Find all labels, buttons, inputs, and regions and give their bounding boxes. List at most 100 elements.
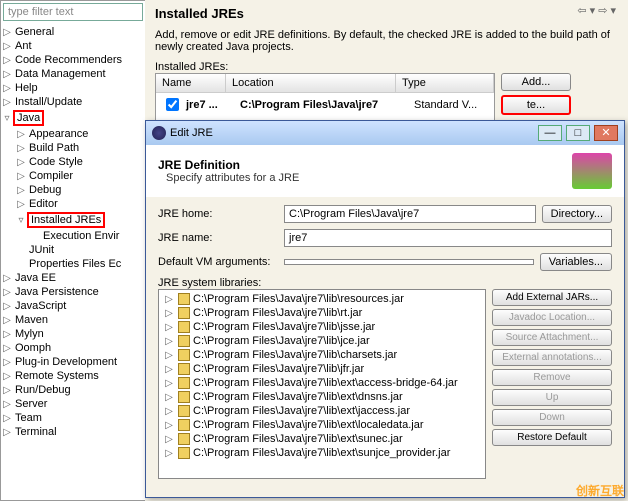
list-item[interactable]: ▷C:\Program Files\Java\jre7\lib\rt.jar	[161, 306, 483, 320]
tree-item[interactable]: ▷Server	[1, 397, 145, 411]
list-item[interactable]: ▷C:\Program Files\Java\jre7\lib\jfr.jar	[161, 362, 483, 376]
close-button[interactable]: ✕	[594, 125, 618, 141]
filter-input[interactable]: type filter text	[3, 3, 143, 21]
tree-item[interactable]: ▷Build Path	[1, 141, 145, 155]
restore-default-button[interactable]: Restore Default	[492, 429, 612, 446]
vm-args-label: Default VM arguments:	[158, 256, 278, 268]
list-item[interactable]: ▷C:\Program Files\Java\jre7\lib\ext\loca…	[161, 418, 483, 432]
jar-icon	[178, 349, 190, 361]
tree-item[interactable]: ▿Java	[1, 109, 145, 127]
jar-icon	[178, 405, 190, 417]
tree-item[interactable]: ▷Compiler	[1, 169, 145, 183]
jre-checkbox[interactable]	[166, 98, 179, 111]
eclipse-icon	[152, 126, 166, 140]
jar-icon	[178, 433, 190, 445]
jar-icon	[178, 321, 190, 333]
list-item[interactable]: ▷C:\Program Files\Java\jre7\lib\jce.jar	[161, 334, 483, 348]
tree-item[interactable]: Execution Envir	[1, 229, 145, 243]
row-location: C:\Program Files\Java\jre7	[240, 99, 410, 111]
tree-item[interactable]: ▷Code Style	[1, 155, 145, 169]
jre-home-label: JRE home:	[158, 208, 278, 220]
source-attach-button[interactable]: Source Attachment...	[492, 329, 612, 346]
tree-item[interactable]: Properties Files Ec	[1, 257, 145, 271]
jre-table[interactable]: Name Location Type jre7 ... C:\Program F…	[155, 73, 495, 125]
tree-item[interactable]: ▷Data Management	[1, 67, 145, 81]
jre-name-label: JRE name:	[158, 232, 278, 244]
directory-button[interactable]: Directory...	[542, 205, 612, 223]
books-icon	[572, 153, 612, 189]
libs-label: JRE system libraries:	[158, 277, 612, 289]
maximize-button[interactable]: □	[566, 125, 590, 141]
row-type: Standard V...	[414, 99, 477, 111]
col-name[interactable]: Name	[156, 74, 226, 92]
col-type[interactable]: Type	[396, 74, 494, 92]
tree-item[interactable]: ▷Maven	[1, 313, 145, 327]
row-name: jre7 ...	[186, 99, 236, 111]
edit-jre-dialog: Edit JRE — □ ✕ JRE Definition Specify at…	[145, 120, 625, 498]
tree-item[interactable]: ▷Oomph	[1, 341, 145, 355]
tree-item[interactable]: ▷Run/Debug	[1, 383, 145, 397]
list-item[interactable]: ▷C:\Program Files\Java\jre7\lib\charsets…	[161, 348, 483, 362]
jre-name-input[interactable]: jre7	[284, 229, 612, 247]
tree-item[interactable]: ▷Terminal	[1, 425, 145, 439]
tree-item[interactable]: ▷General	[1, 25, 145, 39]
list-item[interactable]: ▷C:\Program Files\Java\jre7\lib\ext\jacc…	[161, 404, 483, 418]
watermark: 创新互联	[576, 482, 624, 499]
list-item[interactable]: ▷C:\Program Files\Java\jre7\lib\ext\sune…	[161, 432, 483, 446]
up-button[interactable]: Up	[492, 389, 612, 406]
add-button[interactable]: Add...	[501, 73, 571, 91]
variables-button[interactable]: Variables...	[540, 253, 612, 271]
tree-item[interactable]: ▷Remote Systems	[1, 369, 145, 383]
preferences-tree: ▷General▷Ant▷Code Recommenders▷Data Mana…	[1, 23, 145, 500]
minimize-button[interactable]: —	[538, 125, 562, 141]
add-external-jars-button[interactable]: Add External JARs...	[492, 289, 612, 306]
list-item[interactable]: ▷C:\Program Files\Java\jre7\lib\ext\sunj…	[161, 446, 483, 460]
tree-item[interactable]: ▷Java Persistence	[1, 285, 145, 299]
list-item[interactable]: ▷C:\Program Files\Java\jre7\lib\jsse.jar	[161, 320, 483, 334]
list-item[interactable]: ▷C:\Program Files\Java\jre7\lib\ext\dnsn…	[161, 390, 483, 404]
jar-icon	[178, 307, 190, 319]
table-row[interactable]: jre7 ... C:\Program Files\Java\jre7 Stan…	[156, 93, 494, 116]
edit-button[interactable]: te...	[501, 95, 571, 115]
jar-icon	[178, 419, 190, 431]
tree-item[interactable]: ▷Editor	[1, 197, 145, 211]
jar-icon	[178, 447, 190, 459]
table-label: Installed JREs:	[155, 61, 618, 73]
table-header: Name Location Type	[156, 74, 494, 93]
list-item[interactable]: ▷C:\Program Files\Java\jre7\lib\resource…	[161, 292, 483, 306]
down-button[interactable]: Down	[492, 409, 612, 426]
tree-item[interactable]: ▷JavaScript	[1, 299, 145, 313]
tree-item[interactable]: ▷Help	[1, 81, 145, 95]
vm-args-input[interactable]	[284, 259, 534, 265]
tree-item[interactable]: ▷Appearance	[1, 127, 145, 141]
tree-item[interactable]: ▷Code Recommenders	[1, 53, 145, 67]
page-title: Installed JREs	[155, 6, 618, 21]
dialog-banner: JRE Definition Specify attributes for a …	[146, 145, 624, 197]
dialog-titlebar[interactable]: Edit JRE — □ ✕	[146, 121, 624, 145]
remove-button[interactable]: Remove	[492, 369, 612, 386]
tree-item[interactable]: ▷Plug-in Development	[1, 355, 145, 369]
javadoc-button[interactable]: Javadoc Location...	[492, 309, 612, 326]
jre-home-input[interactable]: C:\Program Files\Java\jre7	[284, 205, 536, 223]
jar-icon	[178, 377, 190, 389]
dialog-title: Edit JRE	[170, 127, 213, 139]
tree-item[interactable]: JUnit	[1, 243, 145, 257]
banner-title: JRE Definition	[158, 158, 572, 172]
list-item[interactable]: ▷C:\Program Files\Java\jre7\lib\ext\acce…	[161, 376, 483, 390]
tree-item[interactable]: ▷Mylyn	[1, 327, 145, 341]
nav-history[interactable]: ⇦ ▾ ⇨ ▾	[577, 4, 616, 17]
tree-item[interactable]: ▷Install/Update	[1, 95, 145, 109]
libs-list[interactable]: ▷C:\Program Files\Java\jre7\lib\resource…	[158, 289, 486, 479]
jar-icon	[178, 293, 190, 305]
external-annotations-button[interactable]: External annotations...	[492, 349, 612, 366]
tree-item[interactable]: ▷Ant	[1, 39, 145, 53]
page-desc: Add, remove or edit JRE definitions. By …	[155, 29, 618, 53]
banner-desc: Specify attributes for a JRE	[158, 172, 572, 184]
tree-item[interactable]: ▿Installed JREs	[1, 211, 145, 229]
jar-icon	[178, 391, 190, 403]
col-location[interactable]: Location	[226, 74, 396, 92]
tree-item[interactable]: ▷Team	[1, 411, 145, 425]
tree-item[interactable]: ▷Java EE	[1, 271, 145, 285]
tree-item[interactable]: ▷Debug	[1, 183, 145, 197]
jar-icon	[178, 363, 190, 375]
